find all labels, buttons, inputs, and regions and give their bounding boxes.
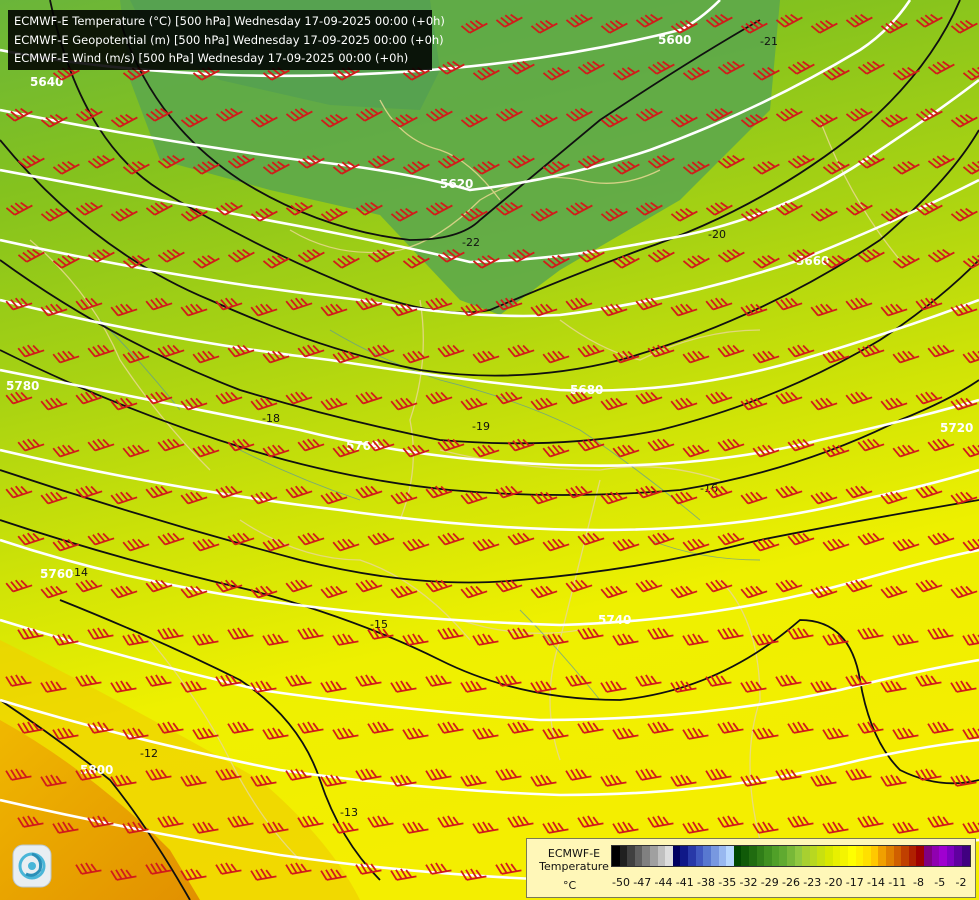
legend-swatch [878,846,886,866]
legend-swatch [779,846,788,866]
contour-label: 5620 [440,177,473,191]
temperature-legend: ECMWF-E Temperature °C -50 -47 -44 -41 -38 -35… [526,838,976,898]
legend-swatch [946,846,955,866]
isotherm-label: -13 [340,806,358,819]
legend-tick-label: -50 [612,876,630,889]
wind-layer-title: ECMWF-E Wind (m/s) [500 hPa] Wednesday 1… [14,51,409,65]
legend-tick-label: -17 [845,876,864,889]
legend-swatch [764,846,772,866]
legend-title: ECMWF-E Temperature [533,847,615,873]
legend-ticks: -50 -47 -44 -41 -38 -35 -32 -29 -26 -23 -20 -17 -14-… [611,876,971,890]
legend-swatch [665,846,673,866]
legend-swatch [650,846,658,866]
legend-swatch [825,846,833,866]
legend-title-text: ECMWF-E Temperature [539,847,609,873]
legend-swatch [870,846,879,866]
legend-tick-label: -14 [867,876,885,889]
legend-tick-label: -8 [913,876,924,889]
legend-swatch [832,846,841,866]
isotherm-label: -22 [462,236,480,249]
isotherm-label: -21 [760,35,778,48]
legend-swatch [802,846,810,866]
legend-swatch [695,846,704,866]
legend-swatch [787,846,795,866]
legend-swatch [908,846,917,866]
legend-swatch [748,846,757,866]
legend-swatch [642,846,651,866]
legend-tick-label: -29 [760,876,779,889]
legend-swatch [855,846,864,866]
contour-label: 5780 [6,379,39,393]
legend-swatch [863,846,871,866]
legend-swatch [916,846,924,866]
contour-label: 5740 [598,613,631,627]
legend-swatch [710,846,719,866]
legend-color-bar [611,845,971,867]
legend-swatch [840,846,848,866]
legend-swatch [634,846,643,866]
legend-swatch [954,846,963,866]
legend-swatch [619,846,628,866]
legend-tick-label: -41 [675,876,694,889]
weather-map: -22 -21 -20 -19 -18 -16 -15 -14 -12 -13 … [0,0,979,900]
legend-swatch [657,846,666,866]
legend-swatch [627,846,635,866]
legend-tick-label: -47 [633,876,652,889]
contour-label: 5600 [658,33,691,47]
legend-swatch [688,846,696,866]
legend-tick-label: -32 [739,876,758,889]
legend-swatch [931,846,940,866]
contour-label: 5760 [40,567,73,581]
legend-swatch [733,846,742,866]
isotherm-label: -12 [140,747,158,760]
legend-swatch [703,846,711,866]
legend-swatch [923,846,932,866]
legend-tick-label: -38 [697,876,715,889]
legend-swatch [756,846,765,866]
legend-tick-label: -5 [934,876,946,889]
geopotential-layer-title: ECMWF-E Geopotential (m) [500 hPa] Wedne… [14,32,444,47]
contour-label: 5680 [570,383,603,397]
legend-tick-label: -35 [718,876,737,889]
legend-swatch [718,846,727,866]
legend-tick-label: -26 [782,876,800,889]
legend-swatch [672,846,681,866]
legend-swatch [885,846,894,866]
legend-swatch [893,846,902,866]
temperature-layer-title: ECMWF-E Temperature (°C) [500 hPa] Wedne… [14,14,445,28]
legend-swatch [901,846,909,866]
legend-swatch [847,846,856,866]
isotherm-label: -19 [472,420,490,433]
legend-swatch [741,846,749,866]
legend-swatch [612,846,620,866]
legend-tick-label: -44 [654,876,673,889]
legend-swatch [726,846,734,866]
legend-tick-label: -23 [803,876,822,889]
legend-swatch [771,846,780,866]
legend-swatch [794,846,803,866]
legend-swatch [962,846,970,866]
legend-swatch [809,846,818,866]
legend-swatch [817,846,826,866]
legend-swatch [680,846,689,866]
legend-unit: °C [563,879,577,892]
legend-tick-label: -2 [955,876,967,889]
map-info-header: ECMWF-E Temperature (°C) [500 hPa] Wedne… [8,10,445,70]
contour-label: 5720 [940,421,973,435]
legend-tick-label: -11 [888,876,907,889]
legend-tick-label: -20 [824,876,843,889]
legend-swatch [939,846,947,866]
provider-logo-icon [12,844,52,888]
